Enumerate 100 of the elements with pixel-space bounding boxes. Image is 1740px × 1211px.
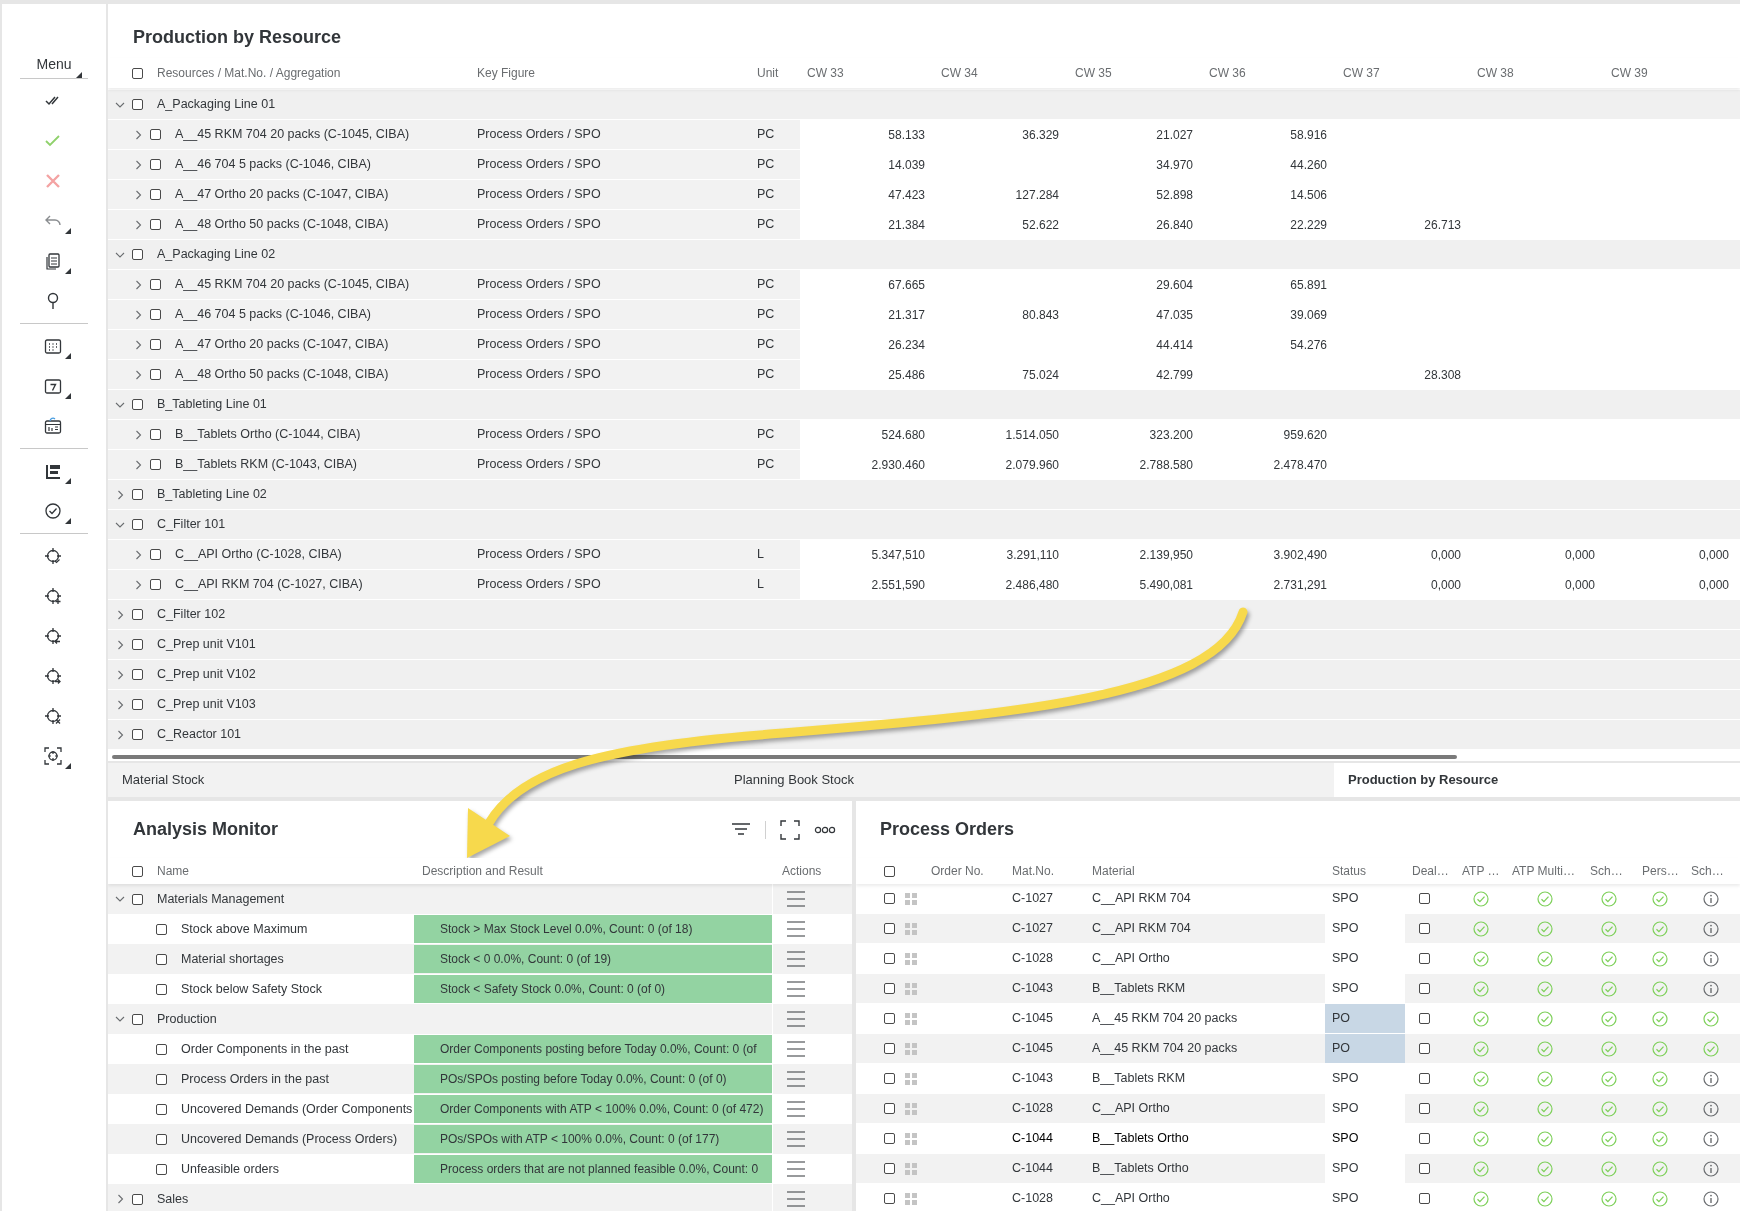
checkbox[interactable] xyxy=(150,549,161,560)
checkbox[interactable] xyxy=(156,1043,167,1055)
checkbox[interactable] xyxy=(150,369,161,380)
status-cell: PO xyxy=(1325,1034,1405,1063)
grid-handle-icon[interactable] xyxy=(905,892,917,905)
checkbox[interactable] xyxy=(150,279,161,290)
menu-icon[interactable] xyxy=(786,1101,806,1117)
checkbox[interactable] xyxy=(132,519,143,530)
column-header: CW 36 xyxy=(1208,65,1247,82)
grid-handle-icon[interactable] xyxy=(905,1012,917,1025)
checkbox[interactable] xyxy=(132,729,143,740)
value-cell-text: 52.898 xyxy=(1156,186,1193,204)
checkbox[interactable] xyxy=(884,923,895,934)
checkbox[interactable] xyxy=(132,1013,143,1025)
menu-icon[interactable] xyxy=(786,891,806,907)
result-cell: POs/SPOs posting before Today 0.0%, Count: 0 (of 0) xyxy=(414,1065,772,1093)
checkbox[interactable] xyxy=(156,1103,167,1115)
grid-handle-icon[interactable] xyxy=(905,1102,917,1115)
grid-handle-icon[interactable] xyxy=(905,1072,917,1085)
checkbox[interactable] xyxy=(132,639,143,650)
checkbox[interactable] xyxy=(1419,1133,1430,1144)
checkbox[interactable] xyxy=(132,609,143,620)
grid-handle-icon[interactable] xyxy=(905,952,917,965)
checkbox[interactable] xyxy=(150,219,161,230)
mat-no-cell: C-1044 xyxy=(1012,1161,1053,1176)
value-cell-text: 28.308 xyxy=(1424,366,1461,384)
checkbox[interactable] xyxy=(1419,1013,1430,1024)
checkbox[interactable] xyxy=(884,1103,895,1114)
checkbox[interactable] xyxy=(1419,1073,1430,1084)
menu-icon[interactable] xyxy=(786,921,806,937)
checkbox[interactable] xyxy=(156,983,167,995)
grid-handle-icon[interactable] xyxy=(905,982,917,995)
checkbox[interactable] xyxy=(156,953,167,965)
checkbox[interactable] xyxy=(156,1163,167,1175)
menu-icon[interactable] xyxy=(786,1071,806,1087)
checkbox[interactable] xyxy=(1419,893,1430,904)
checkbox[interactable] xyxy=(1419,953,1430,964)
tab[interactable]: Production by Resource xyxy=(1334,763,1740,797)
checkbox[interactable] xyxy=(884,1193,895,1204)
menu-icon[interactable] xyxy=(786,1131,806,1147)
checkbox[interactable] xyxy=(884,1133,895,1144)
result-cell: Process orders that are not planned feasible 0.0%, Count: 0 xyxy=(414,1155,772,1183)
checkbox[interactable] xyxy=(884,1013,895,1024)
menu-icon[interactable] xyxy=(786,951,806,967)
checkbox[interactable] xyxy=(132,249,143,260)
checkbox[interactable] xyxy=(884,953,895,964)
checkbox[interactable] xyxy=(1419,1193,1430,1204)
unit-cell: PC xyxy=(757,217,775,232)
menu-icon[interactable] xyxy=(786,1191,806,1207)
checkbox[interactable] xyxy=(132,699,143,710)
checkbox[interactable] xyxy=(884,1163,895,1174)
checkbox[interactable] xyxy=(150,129,161,140)
grid-handle-icon[interactable] xyxy=(905,1042,917,1055)
fullscreen-icon[interactable] xyxy=(780,819,800,840)
checkbox[interactable] xyxy=(132,99,143,110)
unit-cell: PC xyxy=(757,157,775,172)
checkbox[interactable] xyxy=(1419,1163,1430,1174)
key-figure-cell: Process Orders / SPO xyxy=(477,547,601,562)
checkbox[interactable] xyxy=(1419,983,1430,994)
checkbox[interactable] xyxy=(884,865,895,877)
checkbox[interactable] xyxy=(132,669,143,680)
checkbox[interactable] xyxy=(1419,1043,1430,1054)
checkbox[interactable] xyxy=(150,459,161,470)
checkbox[interactable] xyxy=(884,1073,895,1084)
checkbox[interactable] xyxy=(150,309,161,320)
checkbox[interactable] xyxy=(884,1043,895,1054)
horizontal-scrollbar[interactable] xyxy=(112,755,1457,759)
filter-icon[interactable] xyxy=(731,821,751,838)
menu-icon[interactable] xyxy=(786,1161,806,1177)
checkbox[interactable] xyxy=(1419,1103,1430,1114)
checkbox[interactable] xyxy=(150,579,161,590)
value-cell-text: 0,000 xyxy=(1430,546,1461,564)
checkbox[interactable] xyxy=(156,1073,167,1085)
checkbox[interactable] xyxy=(132,865,143,877)
checkbox[interactable] xyxy=(150,429,161,440)
value-cell-text: 26.840 xyxy=(1156,216,1193,234)
row-label: C__API Ortho (C-1028, CIBA) xyxy=(175,546,342,564)
checkbox[interactable] xyxy=(132,67,143,79)
checkbox[interactable] xyxy=(156,923,167,935)
checkbox[interactable] xyxy=(156,1133,167,1145)
checkbox[interactable] xyxy=(132,399,143,410)
checkbox[interactable] xyxy=(884,983,895,994)
grid-handle-icon[interactable] xyxy=(905,1192,917,1205)
checkbox[interactable] xyxy=(132,893,143,905)
checkbox[interactable] xyxy=(132,489,143,500)
menu-icon[interactable] xyxy=(786,1011,806,1027)
mat-no-cell: C-1043 xyxy=(1012,981,1053,996)
menu-icon[interactable] xyxy=(786,981,806,997)
menu-icon[interactable] xyxy=(786,1041,806,1057)
grid-handle-icon[interactable] xyxy=(905,1132,917,1145)
more-icon[interactable] xyxy=(814,825,836,834)
checkbox[interactable] xyxy=(884,893,895,904)
checkbox[interactable] xyxy=(150,339,161,350)
checkbox[interactable] xyxy=(150,159,161,170)
checkbox[interactable] xyxy=(1419,923,1430,934)
grid-handle-icon[interactable] xyxy=(905,922,917,935)
checkbox[interactable] xyxy=(150,189,161,200)
checkbox[interactable] xyxy=(132,1193,143,1205)
row-label: A__48 Ortho 50 packs (C-1048, CIBA) xyxy=(175,216,389,234)
grid-handle-icon[interactable] xyxy=(905,1162,917,1175)
